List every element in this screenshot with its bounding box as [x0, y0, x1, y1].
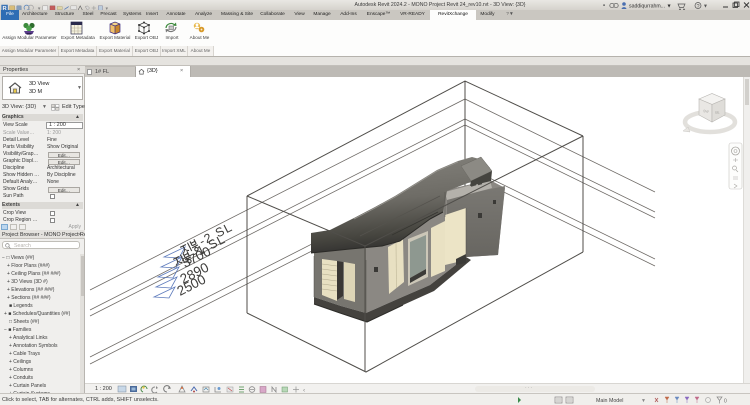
svg-text:0: 0 — [724, 399, 727, 405]
svg-text:saddiqurrahm... ▼: saddiqurrahm... ▼ — [629, 4, 672, 10]
svg-text:•: • — [603, 4, 605, 10]
svg-text:?: ? — [696, 4, 699, 10]
svg-text:Main Model: Main Model — [596, 398, 623, 404]
svg-text:▼: ▼ — [641, 398, 646, 404]
svg-text:▼: ▼ — [703, 4, 708, 10]
